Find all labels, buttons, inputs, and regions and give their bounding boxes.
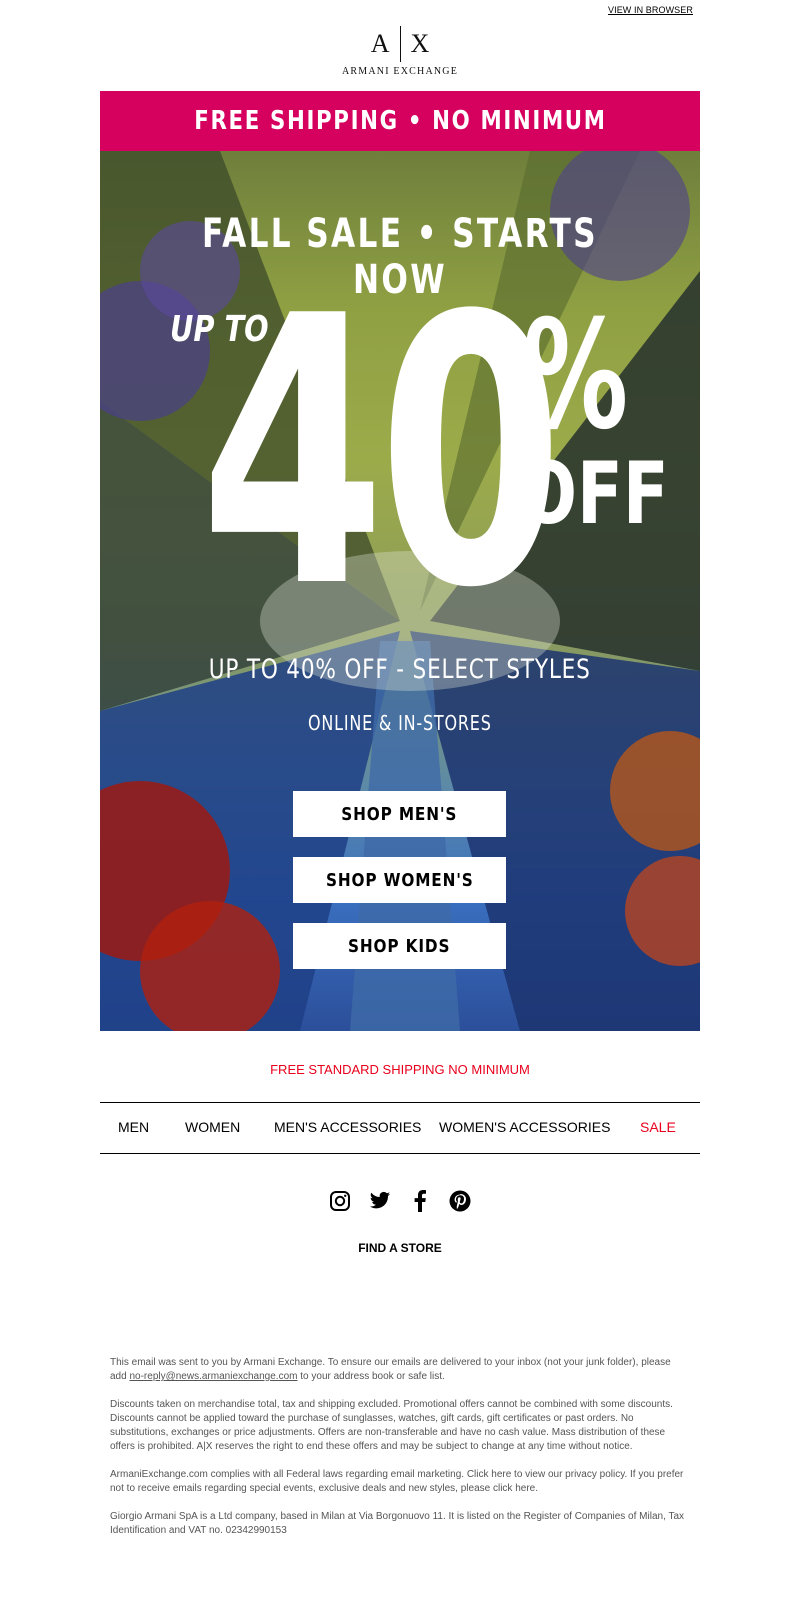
pinterest-icon[interactable] bbox=[449, 1190, 471, 1212]
nav-item-men[interactable]: MEN bbox=[118, 1119, 149, 1135]
hero-subline-text: UP TO 40% OFF - SELECT STYLES bbox=[209, 654, 591, 685]
off-label: OFF bbox=[520, 444, 669, 544]
social-links bbox=[0, 1190, 800, 1212]
percent-sign: % bbox=[523, 289, 629, 463]
logo-wordmark: ARMANI EXCHANGE bbox=[341, 66, 459, 77]
free-standard-shipping-text[interactable]: FREE STANDARD SHIPPING NO MINIMUM bbox=[0, 1062, 800, 1077]
shop-womens-button[interactable]: SHOP WOMEN'S bbox=[293, 857, 506, 903]
free-shipping-banner[interactable]: FREE SHIPPING • NO MINIMUM bbox=[100, 91, 700, 151]
twitter-icon[interactable] bbox=[369, 1190, 391, 1212]
hero-subline: UP TO 40% OFF - SELECT STYLES bbox=[100, 654, 700, 685]
nav-item-mens-accessories[interactable]: MEN'S ACCESSORIES bbox=[274, 1119, 421, 1135]
discount-number: 40 bbox=[200, 239, 564, 669]
hero-channel-text: ONLINE & IN-STORES bbox=[308, 711, 492, 735]
logo-mark: A X bbox=[0, 26, 800, 62]
instagram-icon[interactable] bbox=[329, 1190, 351, 1212]
shop-kids-label: SHOP KIDS bbox=[348, 935, 451, 957]
hero-sale-image[interactable]: FALL SALE • STARTS NOW UP TO 40 % OFF UP… bbox=[100, 151, 700, 1031]
logo-divider bbox=[399, 26, 401, 62]
find-a-store-link[interactable]: FIND A STORE bbox=[0, 1241, 800, 1255]
nav-item-women[interactable]: WOMEN bbox=[185, 1119, 240, 1135]
legal-footer: This email was sent to you by Armani Exc… bbox=[110, 1356, 690, 1552]
armani-exchange-logo[interactable]: A X ARMANI EXCHANGE bbox=[0, 26, 800, 77]
category-nav: MEN WOMEN MEN'S ACCESSORIES WOMEN'S ACCE… bbox=[100, 1102, 700, 1154]
nav-item-sale[interactable]: SALE bbox=[640, 1119, 676, 1135]
logo-letter-a: A bbox=[370, 29, 390, 58]
facebook-icon[interactable] bbox=[409, 1190, 431, 1212]
legal-paragraph-4: Giorgio Armani SpA is a Ltd company, bas… bbox=[110, 1511, 685, 1536]
view-in-browser-link[interactable]: VIEW IN BROWSER bbox=[608, 5, 693, 15]
free-shipping-banner-text: FREE SHIPPING • NO MINIMUM bbox=[193, 106, 607, 136]
nav-item-womens-accessories[interactable]: WOMEN'S ACCESSORIES bbox=[439, 1119, 610, 1135]
shop-mens-button[interactable]: SHOP MEN'S bbox=[293, 791, 506, 837]
shop-womens-label: SHOP WOMEN'S bbox=[325, 869, 474, 891]
shop-kids-button[interactable]: SHOP KIDS bbox=[293, 923, 506, 969]
logo-letter-x: X bbox=[410, 29, 430, 58]
shop-mens-label: SHOP MEN'S bbox=[341, 803, 458, 825]
legal-p1-suffix: to your address book or safe list. bbox=[297, 1371, 445, 1382]
legal-paragraph-2: Discounts taken on merchandise total, ta… bbox=[110, 1399, 673, 1452]
hero-channel: ONLINE & IN-STORES bbox=[100, 711, 700, 735]
legal-paragraph-1: This email was sent to you by Armani Exc… bbox=[110, 1356, 690, 1384]
legal-paragraph-3: ArmaniExchange.com complies with all Fed… bbox=[110, 1469, 684, 1494]
reply-email-link[interactable]: no-reply@news.armaniexchange.com bbox=[129, 1371, 297, 1382]
